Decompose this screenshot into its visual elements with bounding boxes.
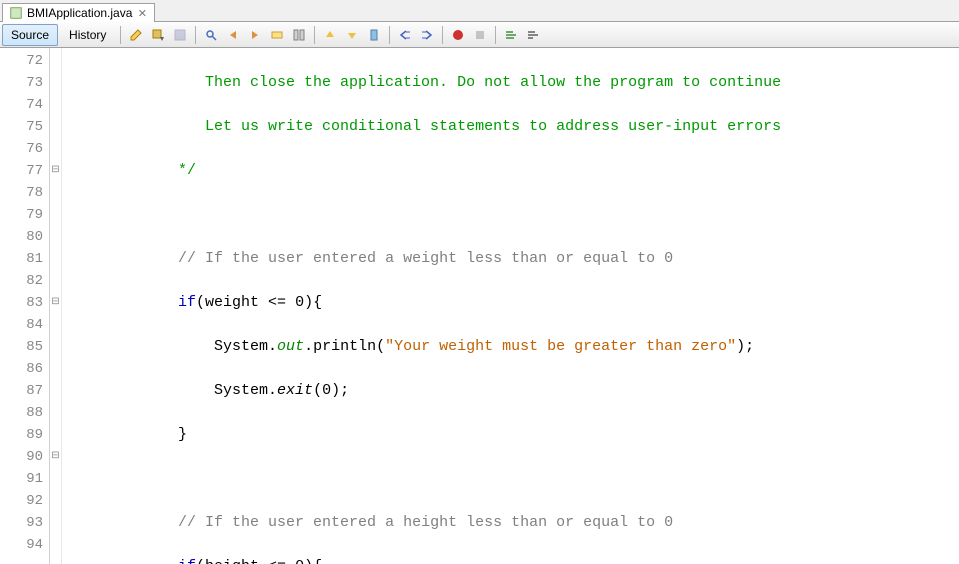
line-number: 94 [0,534,49,556]
separator [314,26,315,44]
line-number: 77 [0,160,49,182]
line-number: 73 [0,72,49,94]
line-number: 87 [0,380,49,402]
line-number: 82 [0,270,49,292]
code-editor[interactable]: Then close the application. Do not allow… [62,48,959,564]
last-edit-icon[interactable] [126,25,146,45]
find-next-icon[interactable] [245,25,265,45]
dropdown-icon[interactable] [148,25,168,45]
find-selection-icon[interactable] [201,25,221,45]
uncomment-icon[interactable] [523,25,543,45]
editor-toolbar: Source History [0,22,959,48]
line-number: 72 [0,50,49,72]
history-tab[interactable]: History [60,24,115,46]
fold-expanded-icon[interactable]: ⊟ [50,444,61,466]
fold-expanded-icon[interactable]: ⊟ [50,158,61,180]
line-number-gutter: 72 73 74 75 76 77 78 79 80 81 82 83 84 8… [0,48,50,564]
comment-icon[interactable] [501,25,521,45]
macro-record-icon[interactable] [448,25,468,45]
line-number: 78 [0,182,49,204]
fold-gutter: ⊟ ⊟ ⊟ [50,48,62,564]
line-number: 93 [0,512,49,534]
source-tab[interactable]: Source [2,24,58,46]
macro-stop-icon [470,25,490,45]
save-icon [170,25,190,45]
separator [389,26,390,44]
line-number: 83 [0,292,49,314]
tab-bar: BMIApplication.java ✕ [0,0,959,22]
line-number: 80 [0,226,49,248]
separator [195,26,196,44]
separator [495,26,496,44]
editor-area[interactable]: 72 73 74 75 76 77 78 79 80 81 82 83 84 8… [0,48,959,564]
shift-left-icon[interactable] [395,25,415,45]
line-number: 88 [0,402,49,424]
line-number: 74 [0,94,49,116]
line-number: 86 [0,358,49,380]
close-icon[interactable]: ✕ [136,7,148,19]
line-number: 79 [0,204,49,226]
next-bookmark-icon[interactable] [342,25,362,45]
toggle-rectangular-icon[interactable] [289,25,309,45]
line-number: 92 [0,490,49,512]
line-number: 75 [0,116,49,138]
line-number: 91 [0,468,49,490]
line-number: 84 [0,314,49,336]
separator [442,26,443,44]
fold-expanded-icon[interactable]: ⊟ [50,290,61,312]
find-previous-icon[interactable] [223,25,243,45]
shift-right-icon[interactable] [417,25,437,45]
line-number: 89 [0,424,49,446]
line-number: 76 [0,138,49,160]
line-number: 81 [0,248,49,270]
separator [120,26,121,44]
toggle-highlight-icon[interactable] [267,25,287,45]
previous-bookmark-icon[interactable] [320,25,340,45]
line-number: 90 [0,446,49,468]
java-file-icon [9,6,23,20]
file-tab[interactable]: BMIApplication.java ✕ [2,3,155,22]
line-number: 85 [0,336,49,358]
tab-filename: BMIApplication.java [27,6,132,20]
toggle-bookmark-icon[interactable] [364,25,384,45]
